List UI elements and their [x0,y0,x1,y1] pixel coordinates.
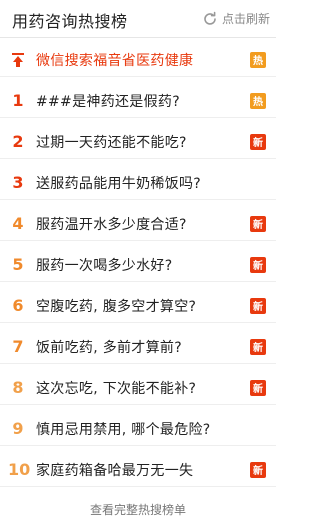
list-item[interactable]: 5 服药一次喝多少水好? 新 [0,248,276,282]
hot-badge: 热 [250,51,266,68]
refresh-label: 点击刷新 [221,12,270,26]
item-text: 服药一次喝多少水好? [36,257,173,274]
list-item[interactable]: 4 服药温开水多少度合适? 新 [0,207,276,241]
panel-title: 用药咨询热搜榜 [12,12,128,31]
new-badge: 新 [250,133,266,150]
item-text: 饭前吃药, 多前才算前? [36,339,182,356]
item-text: ###是神药还是假药? [36,93,180,110]
hot-search-panel: 用药咨询热搜榜 点击刷新 微信搜索福音省医药健康 热 1 ###是神药还是假药?… [0,0,276,530]
item-text: 空腹吃药, 腹多空才算空? [36,298,197,315]
refresh-icon [204,11,216,25]
new-badge: 新 [250,338,266,355]
new-badge: 新 [250,215,266,232]
new-badge: 新 [250,379,266,396]
view-full-list-link[interactable]: 查看完整热搜榜单 [0,496,276,530]
rank-number: 6 [12,296,24,315]
item-text: 送服药品能用牛奶稀饭吗? [36,175,202,192]
rank-number: 10 [8,460,31,479]
item-text: 慎用忌用禁用, 哪个最危险? [36,421,211,438]
item-text: 这次忘吃, 下次能不能补? [36,380,197,397]
hot-badge: 热 [250,92,266,109]
new-badge: 新 [250,297,266,314]
list-item[interactable]: 9 慎用忌用禁用, 哪个最危险? [0,412,276,446]
rank-number: 5 [12,255,24,274]
list-item[interactable]: 8 这次忘吃, 下次能不能补? 新 [0,371,276,405]
list-item[interactable]: 2 过期一天药还能不能吃? 新 [0,125,276,159]
list-item[interactable]: 3 送服药品能用牛奶稀饭吗? [0,166,276,200]
rank-number: 9 [12,419,24,438]
item-text: 家庭药箱备哈最万无一失 [36,462,194,479]
item-text: 过期一天药还能不能吃? [36,134,187,151]
rank-number: 1 [12,91,24,110]
list-item[interactable]: 10 家庭药箱备哈最万无一失 新 [0,453,276,487]
panel-header: 用药咨询热搜榜 点击刷新 [0,0,276,38]
list-item[interactable]: 7 饭前吃药, 多前才算前? 新 [0,330,276,364]
list-item[interactable]: 1 ###是神药还是假药? 热 [0,84,276,118]
refresh-button[interactable]: 点击刷新 [202,10,270,27]
rank-number: 4 [12,214,24,233]
rank-number: 8 [12,378,24,397]
item-text: 服药温开水多少度合适? [36,216,187,233]
rank-number: 2 [12,132,24,151]
rank-number: 3 [12,173,24,192]
pin-top-icon [0,52,28,68]
list-item[interactable]: 6 空腹吃药, 腹多空才算空? 新 [0,289,276,323]
new-badge: 新 [250,256,266,273]
pinned-row[interactable]: 微信搜索福音省医药健康 热 [0,43,276,77]
pinned-text: 微信搜索福音省医药健康 [36,52,194,69]
new-badge: 新 [250,461,266,478]
rank-number: 7 [12,337,24,356]
